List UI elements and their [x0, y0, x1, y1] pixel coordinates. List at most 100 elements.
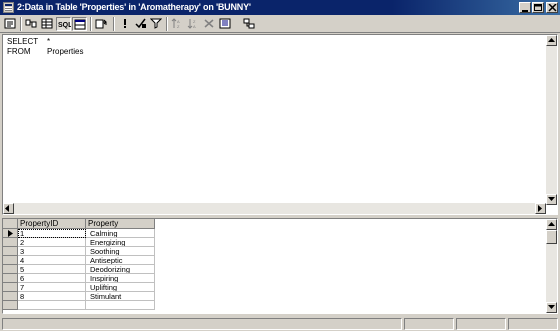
window-title: 2:Data in Table 'Properties' in 'Aromath… [17, 2, 251, 12]
change-query-type-button[interactable] [94, 17, 109, 31]
column-header-property[interactable]: Property [86, 219, 155, 229]
close-button[interactable] [546, 2, 558, 13]
maximize-icon [534, 4, 542, 11]
svg-text:A: A [193, 24, 196, 29]
cell-property[interactable]: Uplifting [86, 283, 155, 292]
row-selector[interactable] [3, 229, 18, 238]
sql-pane[interactable]: SELECT * FROM Properties [2, 34, 558, 215]
grid-pane-button[interactable] [40, 17, 55, 31]
results-scroll-up-button[interactable] [546, 219, 557, 230]
sort-descending-icon: ZA [187, 19, 196, 29]
row-selector[interactable] [3, 256, 18, 265]
cell-propertyid[interactable]: 6 [18, 274, 86, 283]
cell-propertyid[interactable]: 3 [18, 247, 86, 256]
cell-propertyid[interactable]: 1 [18, 229, 86, 238]
row-selector-header[interactable] [3, 219, 18, 229]
results-pane[interactable]: PropertyID Property 1 Calming 2 Energizi… [2, 218, 558, 314]
status-panel-2 [404, 318, 454, 330]
cell-propertyid[interactable]: 4 [18, 256, 86, 265]
cell-property[interactable] [86, 301, 155, 310]
sort-ascending-icon: AZ [171, 18, 180, 29]
change-query-type-icon [95, 19, 107, 29]
add-table-icon [243, 18, 255, 29]
cell-propertyid[interactable]: 2 [18, 238, 86, 247]
row-selector[interactable] [3, 238, 18, 247]
cell-property[interactable]: Calming [86, 229, 155, 238]
title-bar[interactable]: 2:Data in Table 'Properties' in 'Aromath… [0, 0, 560, 15]
table-row[interactable]: 4 Antiseptic [3, 256, 155, 265]
sql-line-from: FROM Properties [7, 47, 83, 57]
results-pane-button[interactable] [72, 17, 87, 31]
cell-propertyid[interactable]: 5 [18, 265, 86, 274]
current-row-arrow-icon [8, 230, 13, 237]
close-icon [548, 4, 557, 12]
sort-descending-button[interactable]: ZA [186, 17, 201, 31]
maximize-button[interactable] [532, 2, 544, 13]
results-scroll-down-button[interactable] [546, 302, 557, 313]
row-selector[interactable] [3, 283, 18, 292]
minimize-icon [522, 10, 528, 12]
group-by-button[interactable] [218, 17, 233, 31]
sql-from-value: Properties [47, 47, 84, 56]
table-row[interactable]: 2 Energizing [3, 238, 155, 247]
row-selector[interactable] [3, 274, 18, 283]
grid-pane-icon [41, 18, 53, 29]
diagram-pane-button[interactable] [24, 17, 39, 31]
sql-scroll-up-button[interactable] [546, 35, 557, 46]
arrow-up-icon [548, 222, 555, 226]
status-panel-4 [508, 318, 558, 330]
run-icon [124, 19, 126, 28]
cell-property[interactable]: Deodorizing [86, 265, 155, 274]
arrow-up-icon [548, 38, 555, 42]
grid-header: PropertyID Property [3, 219, 155, 229]
verify-sql-button[interactable] [134, 17, 149, 31]
minimize-button[interactable] [519, 2, 531, 13]
row-selector[interactable] [3, 265, 18, 274]
results-scroll-thumb[interactable] [546, 230, 557, 244]
results-vertical-scrollbar[interactable] [546, 219, 557, 313]
row-selector[interactable] [3, 247, 18, 256]
table-row[interactable]: 6 Inspiring [3, 274, 155, 283]
sql-pane-button[interactable]: SQL [56, 17, 71, 31]
arrow-left-icon [5, 205, 9, 212]
sort-ascending-button[interactable]: AZ [170, 17, 185, 31]
cell-property[interactable]: Antiseptic [86, 256, 155, 265]
toolbar: SQL AZ ZA [0, 15, 560, 33]
table-row[interactable]: 7 Uplifting [3, 283, 155, 292]
row-selector[interactable] [3, 301, 18, 310]
group-by-icon [219, 18, 231, 29]
table-row[interactable]: 8 Stimulant [3, 292, 155, 301]
table-row[interactable] [3, 301, 155, 310]
sql-editor[interactable]: SELECT * FROM Properties [7, 37, 83, 57]
cell-property[interactable]: Energizing [86, 238, 155, 247]
table-row[interactable]: 5 Deodorizing [3, 265, 155, 274]
status-panel-main [2, 318, 402, 330]
add-table-button[interactable] [242, 17, 257, 31]
sql-keyword-from: FROM [7, 47, 31, 56]
row-selector[interactable] [3, 292, 18, 301]
sql-scroll-down-button[interactable] [546, 194, 557, 205]
cell-propertyid[interactable]: 7 [18, 283, 86, 292]
remove-filter-x-button[interactable] [202, 17, 217, 31]
sql-horizontal-scrollbar[interactable] [3, 203, 546, 214]
sql-scroll-right-button[interactable] [535, 203, 546, 214]
run-button[interactable] [118, 17, 133, 31]
table-icon[interactable] [3, 2, 14, 13]
sql-scroll-left-button[interactable] [3, 203, 14, 214]
arrow-down-icon [548, 305, 555, 309]
cell-propertyid[interactable] [18, 301, 86, 310]
remove-filter-button[interactable] [149, 17, 164, 31]
results-pane-icon [74, 19, 86, 30]
cell-propertyid[interactable]: 8 [18, 292, 86, 301]
status-panel-3 [456, 318, 506, 330]
sql-vertical-scrollbar[interactable] [546, 35, 557, 205]
properties-button[interactable] [3, 17, 18, 31]
sql-keyword-select: SELECT [7, 37, 39, 46]
table-row[interactable]: 3 Soothing [3, 247, 155, 256]
cell-property[interactable]: Inspiring [86, 274, 155, 283]
table-row[interactable]: 1 Calming [3, 229, 155, 238]
cell-property[interactable]: Soothing [86, 247, 155, 256]
cell-property[interactable]: Stimulant [86, 292, 155, 301]
sql-pane-icon: SQL [58, 22, 71, 29]
column-header-propertyid[interactable]: PropertyID [18, 219, 86, 229]
